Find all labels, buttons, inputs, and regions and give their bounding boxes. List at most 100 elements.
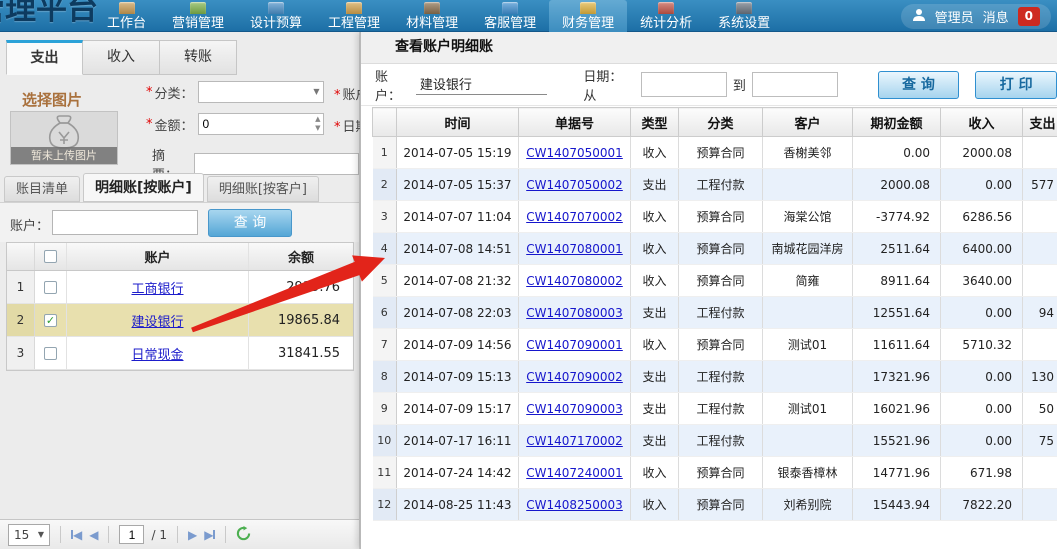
doc-number-link[interactable]: CW1407080002 [519,265,631,297]
doc-number-link[interactable]: CW1407050002 [519,169,631,201]
messages-count-badge[interactable]: 0 [1018,7,1040,26]
account-link[interactable]: 建设银行 [131,311,183,330]
detail-row: 42014-07-08 14:51CW1407080001收入预算合同南城花园洋… [373,233,1057,265]
row-number: 10 [373,425,397,457]
nav-item-label: 客服管理 [484,15,536,32]
user-area: 管理员 消息 0 [901,4,1051,29]
doc-link[interactable]: CW1407050001 [526,146,623,160]
page-size-select[interactable]: 15▼ [8,524,50,546]
customer-cell [763,361,853,393]
entry-tabs: 支出收入转账 [6,40,237,75]
page-number-input[interactable] [119,525,144,544]
nav-item-marketing[interactable]: 营销管理 [159,0,237,32]
nav-item-customer-service[interactable]: 客服管理 [471,0,549,32]
nav-item-finance[interactable]: 财务管理 [549,0,627,32]
amount-input[interactable] [199,114,323,134]
time-cell: 2014-07-07 11:04 [397,201,519,233]
tab-支出[interactable]: 支出 [6,40,83,75]
nav-item-engineering[interactable]: 工程管理 [315,0,393,32]
row-checkbox-checked[interactable]: ✓ [44,314,57,327]
account-query-input[interactable] [52,210,198,235]
date-to-input[interactable] [752,72,838,97]
doc-link[interactable]: CW1407050002 [526,178,623,192]
stepper-arrows-icon[interactable]: ▲▼ [315,115,320,133]
nav-item-workbench[interactable]: 工作台 [94,0,159,32]
refresh-button[interactable] [236,526,251,544]
nav-item-system-settings[interactable]: 系统设置 [705,0,783,32]
tab-转账[interactable]: 转账 [160,40,237,75]
account-balance: 31841.55 [249,346,353,361]
doc-link[interactable]: CW1407080002 [526,274,623,288]
category-cell: 工程付款 [679,297,763,329]
doc-number-link[interactable]: CW1407090001 [519,329,631,361]
doc-link[interactable]: CW1407170002 [526,434,623,448]
category-cell: 工程付款 [679,393,763,425]
doc-link[interactable]: CW1407070002 [526,210,623,224]
nav-item-design-budget[interactable]: 设计预算 [237,0,315,32]
dialog-account-value[interactable]: 建设银行 [416,74,548,95]
doc-link[interactable]: CW1407090003 [526,402,623,416]
doc-link[interactable]: CW1407080003 [526,306,623,320]
doc-link[interactable]: CW1407080001 [526,242,623,256]
doc-number-link[interactable]: CW1407070002 [519,201,631,233]
income-cell: 0.00 [941,425,1023,457]
opening-balance-cell: 16021.96 [853,393,941,425]
doc-link[interactable]: CW1407090002 [526,370,623,384]
doc-number-link[interactable]: CW1407170002 [519,425,631,457]
last-page-button[interactable]: ▶ [204,528,215,542]
doc-number-link[interactable]: CW1407090003 [519,393,631,425]
category-cell: 预算合同 [679,233,763,265]
row-checkbox[interactable] [44,347,57,360]
date-from-input[interactable] [641,72,727,97]
time-cell: 2014-07-09 14:56 [397,329,519,361]
amount-stepper[interactable]: ▲▼ [198,113,324,135]
time-cell: 2014-07-08 14:51 [397,233,519,265]
nav-item-materials[interactable]: 材料管理 [393,0,471,32]
first-page-button[interactable]: ◀ [71,528,82,542]
doc-number-link[interactable]: CW1407080003 [519,297,631,329]
doc-number-link[interactable]: CW1407240001 [519,457,631,489]
type-cell: 支出 [631,425,679,457]
subtab-明细账[按账户][interactable]: 明细账[按账户] [83,173,204,202]
dialog-print-button[interactable]: 打 印 [975,71,1057,99]
subtab-账目清单[interactable]: 账目清单 [4,176,80,202]
app-window: 管理平台 工作台营销管理设计预算工程管理材料管理客服管理财务管理统计分析系统设置… [0,0,1057,549]
doc-number-link[interactable]: CW1407050001 [519,137,631,169]
doc-number-link[interactable]: CW1407080001 [519,233,631,265]
doc-number-link[interactable]: CW1408250003 [519,489,631,521]
account-query-button[interactable]: 查 询 [208,209,292,237]
select-all-checkbox[interactable] [44,250,57,263]
account-link[interactable]: 工商银行 [131,278,183,297]
dialog-title: 查看账户明细账 [361,32,1057,64]
summary-input[interactable] [194,153,359,175]
doc-link[interactable]: CW1408250003 [526,498,623,512]
tab-收入[interactable]: 收入 [83,40,160,75]
next-page-button[interactable]: ▶ [188,528,197,542]
messages-link[interactable]: 消息 [983,7,1009,26]
detail-row: 102014-07-17 16:11CW1407170002支出工程付款1552… [373,425,1057,457]
prev-page-button[interactable]: ◀ [89,528,98,542]
user-name[interactable]: 管理员 [935,7,974,26]
doc-number-link[interactable]: CW1407090002 [519,361,631,393]
income-cell: 6400.00 [941,233,1023,265]
col-row-number [373,108,397,137]
category-select[interactable]: ▼ [198,81,324,103]
design-budget-icon [268,2,284,14]
nav-item-statistics[interactable]: 统计分析 [627,0,705,32]
row-checkbox[interactable] [44,281,57,294]
opening-balance-cell: 15443.94 [853,489,941,521]
dialog-search-bar: 账户： 建设银行 日期：从 到 查 询 打 印 [361,64,1057,106]
expense-cell [1023,201,1057,233]
doc-link[interactable]: CW1407240001 [526,466,623,480]
doc-link[interactable]: CW1407090001 [526,338,623,352]
customer-cell [763,297,853,329]
income-cell: 3640.00 [941,265,1023,297]
dialog-query-button[interactable]: 查 询 [878,71,960,99]
customer-cell [763,169,853,201]
image-upload-box[interactable]: 暂未上传图片 [10,111,118,165]
subtab-明细账[按客户][interactable]: 明细账[按客户] [207,176,319,202]
account-link[interactable]: 日常现金 [131,344,183,363]
income-cell: 0.00 [941,361,1023,393]
customer-cell: 银泰香樟林 [763,457,853,489]
detail-row: 52014-07-08 21:32CW1407080002收入预算合同简雍891… [373,265,1057,297]
